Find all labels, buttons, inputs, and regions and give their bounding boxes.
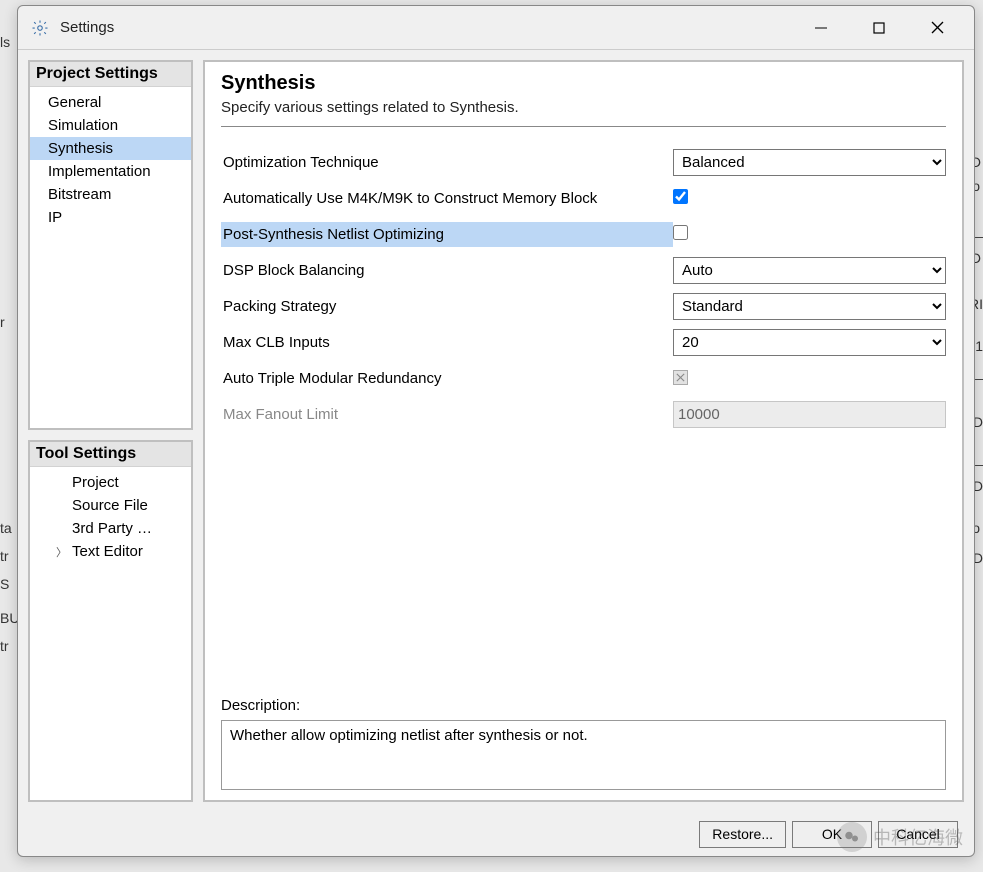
row-optimization-technique: Optimization Technique Balanced	[221, 147, 946, 177]
sidebar-item-general[interactable]: General	[30, 91, 191, 114]
sidebar-item-ip[interactable]: IP	[30, 206, 191, 229]
dialog-footer: Restore... OK Cancel	[18, 812, 974, 856]
sidebar-item-label: Synthesis	[48, 140, 113, 157]
cancel-button[interactable]: Cancel	[878, 821, 958, 848]
sidebar-item-project[interactable]: Project	[30, 471, 191, 494]
project-settings-header: Project Settings	[30, 62, 191, 87]
tool-settings-header: Tool Settings	[30, 442, 191, 467]
label-dsp-balancing: DSP Block Balancing	[221, 258, 673, 283]
window-title: Settings	[60, 19, 792, 36]
sidebar-item-simulation[interactable]: Simulation	[30, 114, 191, 137]
sidebar-item-label: General	[48, 94, 101, 111]
close-button[interactable]	[908, 8, 966, 48]
row-packing-strategy: Packing Strategy Standard	[221, 291, 946, 321]
row-max-clb-inputs: Max CLB Inputs 20	[221, 327, 946, 357]
sidebar-item-label: Text Editor	[72, 543, 143, 560]
settings-dialog: Settings Project Settings General Simula…	[17, 5, 975, 857]
sidebar-item-label: 3rd Party …	[72, 520, 152, 537]
label-max-clb-inputs: Max CLB Inputs	[221, 330, 673, 355]
page-subtitle: Specify various settings related to Synt…	[221, 99, 946, 127]
sidebar-item-synthesis[interactable]: Synthesis	[30, 137, 191, 160]
restore-button[interactable]: Restore...	[699, 821, 786, 848]
select-packing-strategy[interactable]: Standard	[673, 293, 946, 320]
label-packing-strategy: Packing Strategy	[221, 294, 673, 319]
label-auto-tmr: Auto Triple Modular Redundancy	[221, 366, 673, 391]
label-post-synthesis-opt: Post-Synthesis Netlist Optimizing	[221, 222, 673, 247]
titlebar: Settings	[18, 6, 974, 50]
row-max-fanout: Max Fanout Limit	[221, 399, 946, 429]
page-title: Synthesis	[221, 72, 946, 95]
close-icon	[931, 21, 944, 34]
x-icon	[675, 372, 686, 383]
minimize-button[interactable]	[792, 8, 850, 48]
label-auto-m4k: Automatically Use M4K/M9K to Construct M…	[221, 186, 673, 211]
sidebar-item-label: Simulation	[48, 117, 118, 134]
description-box: Whether allow optimizing netlist after s…	[221, 720, 946, 790]
row-dsp-balancing: DSP Block Balancing Auto	[221, 255, 946, 285]
checkbox-auto-m4k[interactable]	[673, 189, 688, 204]
sidebar-item-label: Project	[72, 474, 119, 491]
checkbox-auto-tmr	[673, 370, 688, 385]
sidebar-item-label: Bitstream	[48, 186, 111, 203]
minimize-icon	[815, 22, 827, 34]
row-auto-tmr: Auto Triple Modular Redundancy	[221, 363, 946, 393]
sidebar-item-bitstream[interactable]: Bitstream	[30, 183, 191, 206]
input-max-fanout	[673, 401, 946, 428]
sidebar-item-3rd-party[interactable]: 3rd Party …	[30, 517, 191, 540]
sidebar-item-text-editor[interactable]: 〉Text Editor	[30, 540, 191, 563]
main-panel: Synthesis Specify various settings relat…	[203, 60, 964, 802]
description-label: Description:	[221, 697, 946, 714]
select-max-clb-inputs[interactable]: 20	[673, 329, 946, 356]
sidebar-item-implementation[interactable]: Implementation	[30, 160, 191, 183]
label-optimization-technique: Optimization Technique	[221, 150, 673, 175]
sidebar-item-label: IP	[48, 209, 62, 226]
sidebar-item-source-file[interactable]: Source File	[30, 494, 191, 517]
sidebar-item-label: Source File	[72, 497, 148, 514]
project-settings-panel: Project Settings General Simulation Synt…	[28, 60, 193, 430]
tool-settings-panel: Tool Settings Project Source File 3rd Pa…	[28, 440, 193, 802]
label-max-fanout: Max Fanout Limit	[221, 402, 673, 427]
ok-button[interactable]: OK	[792, 821, 872, 848]
chevron-right-icon: 〉	[56, 544, 68, 560]
row-auto-m4k: Automatically Use M4K/M9K to Construct M…	[221, 183, 946, 213]
maximize-button[interactable]	[850, 8, 908, 48]
maximize-icon	[873, 22, 885, 34]
description-area: Description: Whether allow optimizing ne…	[221, 697, 946, 790]
sidebar-item-label: Implementation	[48, 163, 151, 180]
row-post-synthesis-opt: Post-Synthesis Netlist Optimizing	[221, 219, 946, 249]
app-gear-icon	[30, 18, 50, 38]
select-optimization-technique[interactable]: Balanced	[673, 149, 946, 176]
checkbox-post-synthesis-opt[interactable]	[673, 225, 688, 240]
settings-form: Optimization Technique Balanced Automati…	[221, 147, 946, 677]
select-dsp-balancing[interactable]: Auto	[673, 257, 946, 284]
sidebar: Project Settings General Simulation Synt…	[28, 60, 193, 802]
